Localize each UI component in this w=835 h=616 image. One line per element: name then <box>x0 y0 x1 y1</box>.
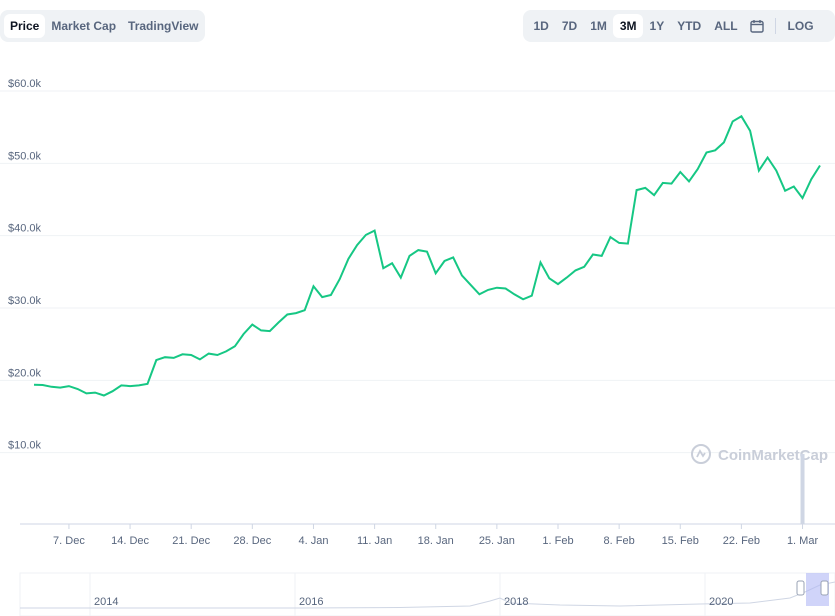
x-tick-label: 22. Feb <box>723 535 760 547</box>
coinmarketcap-logo-icon <box>691 444 711 464</box>
navigator-tick-label: 2014 <box>94 596 118 608</box>
range-1y-button[interactable]: 1Y <box>643 14 671 38</box>
navigator-series <box>20 581 835 609</box>
navigator-selection[interactable] <box>806 573 829 606</box>
x-axis-ticks: 7. Dec 14. Dec 21. Dec 28. Dec 4. Jan 11. Jan… <box>53 524 818 547</box>
navigator-frame <box>19 572 835 616</box>
range-all-button[interactable]: ALL <box>708 14 744 38</box>
watermark: CoinMarketCap <box>691 444 828 464</box>
volume-bars <box>800 454 805 524</box>
volume-bar <box>800 454 805 524</box>
y-tick-label: $20.0k <box>8 367 42 379</box>
grid-lines <box>0 90 835 454</box>
x-tick-label: 18. Jan <box>418 535 454 547</box>
y-tick-label: $30.0k <box>8 295 42 307</box>
price-chart: $10.0k $20.0k $30.0k $40.0k $50.0k $60.0k Coi… <box>0 78 835 616</box>
x-tick-label: 7. Dec <box>53 535 85 547</box>
toolbar-divider <box>775 18 777 34</box>
range-7d-button[interactable]: 7D <box>555 14 583 38</box>
calendar-icon <box>750 20 764 33</box>
navigator-right-handle[interactable] <box>820 580 829 596</box>
range-tabs: 1D 7D 1M 3M 1Y YTD ALL LOG <box>523 10 835 42</box>
x-tick-label: 15. Feb <box>662 535 699 547</box>
range-1d-button[interactable]: 1D <box>527 14 555 38</box>
price-series-line <box>33 114 821 397</box>
range-1m-button[interactable]: 1M <box>584 14 614 38</box>
x-tick-label: 1. Mar <box>787 535 819 547</box>
x-tick-label: 4. Jan <box>298 535 328 547</box>
x-tick-label: 8. Feb <box>604 535 635 547</box>
y-axis-ticks: $10.0k $20.0k $30.0k $40.0k $50.0k $60.0k <box>8 78 42 452</box>
x-tick-label: 21. Dec <box>172 535 210 547</box>
navigator[interactable]: 2014 2016 2018 2020 <box>19 572 835 616</box>
range-3m-button[interactable]: 3M <box>613 14 644 38</box>
y-tick-label: $50.0k <box>8 150 42 162</box>
range-ytd-button[interactable]: YTD <box>671 14 708 38</box>
log-scale-button[interactable]: LOG <box>781 14 820 38</box>
tab-tradingview[interactable]: TradingView <box>122 14 204 38</box>
y-tick-label: $60.0k <box>8 78 42 90</box>
x-tick-label: 28. Dec <box>233 535 271 547</box>
watermark-text: CoinMarketCap <box>718 447 828 464</box>
tab-market-cap[interactable]: Market Cap <box>45 14 122 38</box>
tab-price[interactable]: Price <box>4 14 46 38</box>
x-tick-label: 1. Feb <box>542 535 573 547</box>
x-tick-label: 14. Dec <box>111 535 149 547</box>
navigator-left-handle[interactable] <box>796 580 805 596</box>
x-tick-label: 25. Jan <box>479 535 515 547</box>
y-tick-label: $10.0k <box>8 440 42 452</box>
navigator-tick-label: 2016 <box>299 596 323 608</box>
x-tick-label: 11. Jan <box>357 535 392 547</box>
y-tick-label: $40.0k <box>8 223 42 235</box>
navigator-tick-label: 2018 <box>504 596 528 608</box>
navigator-tick-label: 2020 <box>709 596 733 608</box>
chart-type-tabs: Price Market Cap TradingView <box>0 10 205 42</box>
calendar-button[interactable] <box>744 14 770 38</box>
